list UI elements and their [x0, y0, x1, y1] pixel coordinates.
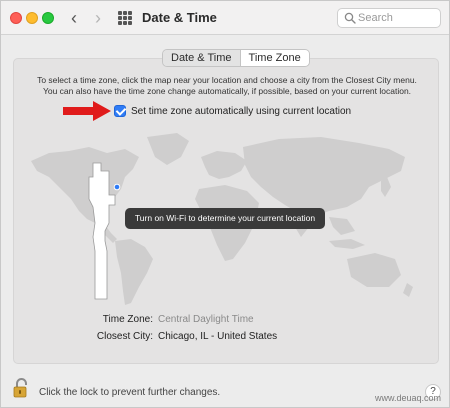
- instructions-text: To select a time zone, click the map nea…: [25, 75, 429, 97]
- show-all-grid-icon[interactable]: [118, 11, 132, 25]
- timezone-label-row: Time Zone:: [41, 314, 153, 326]
- system-preferences-window: ‹ › Date & Time Search Date & Time Time …: [0, 0, 450, 408]
- auto-timezone-checkbox[interactable]: [114, 105, 126, 117]
- instructions-line-2: You can also have the time zone change a…: [42, 86, 412, 96]
- timezone-label: Time Zone:: [102, 314, 153, 325]
- instructions-line-1: To select a time zone, click the map nea…: [37, 75, 417, 85]
- annotation-arrow-icon: [63, 101, 111, 121]
- tab-date-time[interactable]: Date & Time: [163, 50, 241, 66]
- tab-bar: Date & Time Time Zone: [162, 49, 310, 67]
- search-icon: [344, 12, 356, 24]
- zoom-window-button[interactable]: [42, 12, 54, 24]
- title-bar: ‹ › Date & Time Search: [1, 1, 449, 35]
- watermark: www.deuaq.com: [375, 393, 442, 403]
- closest-city-label-row: Closest City:: [41, 331, 153, 343]
- tab-time-zone[interactable]: Time Zone: [240, 50, 309, 66]
- window-title: Date & Time: [142, 10, 217, 25]
- auto-timezone-label: Set time zone automatically using curren…: [131, 105, 352, 117]
- timezone-value: Central Daylight Time: [158, 314, 254, 325]
- forward-arrow-icon[interactable]: ›: [89, 8, 107, 28]
- closest-city-value[interactable]: Chicago, IL - United States: [158, 331, 277, 342]
- wifi-location-toast: Turn on Wi-Fi to determine your current …: [125, 208, 325, 229]
- back-arrow-icon[interactable]: ‹: [65, 8, 83, 28]
- lock-icon[interactable]: [13, 378, 30, 398]
- auto-timezone-option[interactable]: Set time zone automatically using curren…: [114, 104, 351, 118]
- closest-city-label: Closest City:: [96, 331, 153, 342]
- search-field[interactable]: Search: [337, 8, 441, 28]
- minimize-window-button[interactable]: [26, 12, 38, 24]
- lock-message: Click the lock to prevent further change…: [39, 387, 221, 398]
- close-window-button[interactable]: [10, 12, 22, 24]
- search-placeholder: Search: [358, 12, 393, 24]
